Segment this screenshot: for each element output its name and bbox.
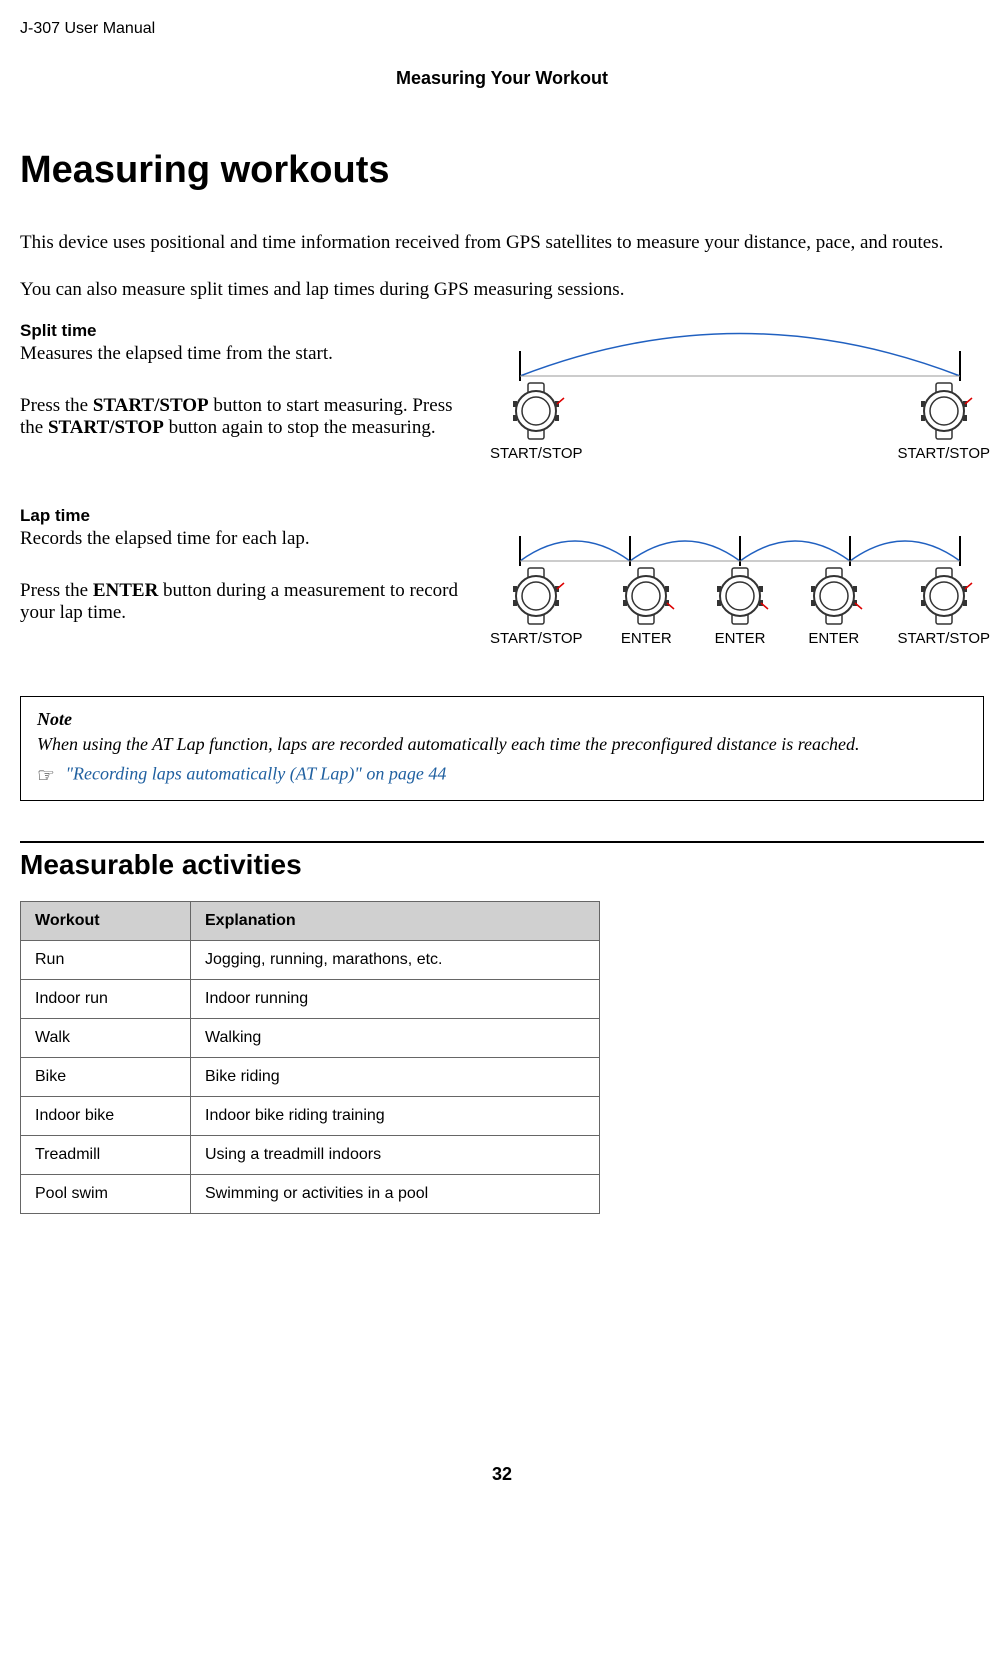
diagram-label: ENTER <box>715 630 766 647</box>
diagram-label: ENTER <box>808 630 859 647</box>
table-row: RunJogging, running, marathons, etc. <box>21 941 600 980</box>
explanation-cell: Indoor bike riding training <box>191 1097 600 1136</box>
watch-icon <box>710 566 770 626</box>
lap-time-heading: Lap time <box>20 506 470 526</box>
workout-cell: Walk <box>21 1019 191 1058</box>
table-row: TreadmillUsing a treadmill indoors <box>21 1136 600 1175</box>
section-header: Measuring Your Workout <box>20 68 984 89</box>
workout-cell: Indoor run <box>21 980 191 1019</box>
page-title: Measuring workouts <box>20 149 984 192</box>
workout-cell: Pool swim <box>21 1175 191 1214</box>
diagram-label: START/STOP <box>897 630 990 647</box>
activities-table: Workout Explanation RunJogging, running,… <box>20 901 600 1214</box>
diagram-label: START/STOP <box>490 445 583 462</box>
document-header: J-307 User Manual <box>20 20 984 38</box>
watch-icon <box>914 381 974 441</box>
table-row: BikeBike riding <box>21 1058 600 1097</box>
diagram-label: START/STOP <box>897 445 990 462</box>
table-header-workout: Workout <box>21 902 191 941</box>
diagram-label: ENTER <box>621 630 672 647</box>
workout-cell: Run <box>21 941 191 980</box>
note-text: When using the AT Lap function, laps are… <box>37 734 967 755</box>
note-label: Note <box>37 709 967 730</box>
watch-icon <box>506 566 566 626</box>
note-box: Note When using the AT Lap function, lap… <box>20 696 984 801</box>
measurable-activities-heading: Measurable activities <box>20 849 984 881</box>
page-number: 32 <box>20 1464 984 1485</box>
workout-cell: Indoor bike <box>21 1097 191 1136</box>
explanation-cell: Jogging, running, marathons, etc. <box>191 941 600 980</box>
watch-icon <box>914 566 974 626</box>
sub-intro-paragraph: You can also measure split times and lap… <box>20 279 984 301</box>
split-time-heading: Split time <box>20 321 470 341</box>
workout-cell: Bike <box>21 1058 191 1097</box>
lap-time-instruction: Press the ENTER button during a measurem… <box>20 580 470 624</box>
watch-icon <box>616 566 676 626</box>
split-time-description: Measures the elapsed time from the start… <box>20 343 470 365</box>
explanation-cell: Bike riding <box>191 1058 600 1097</box>
table-row: Indoor runIndoor running <box>21 980 600 1019</box>
explanation-cell: Swimming or activities in a pool <box>191 1175 600 1214</box>
intro-paragraph: This device uses positional and time inf… <box>20 232 984 254</box>
table-header-explanation: Explanation <box>191 902 600 941</box>
table-row: WalkWalking <box>21 1019 600 1058</box>
watch-icon <box>506 381 566 441</box>
explanation-cell: Indoor running <box>191 980 600 1019</box>
lap-time-diagram: START/STOP ENTER ENTER ENTER START/STOP <box>490 516 990 666</box>
lap-time-description: Records the elapsed time for each lap. <box>20 528 470 550</box>
watch-icon <box>804 566 864 626</box>
diagram-label: START/STOP <box>490 630 583 647</box>
workout-cell: Treadmill <box>21 1136 191 1175</box>
explanation-cell: Walking <box>191 1019 600 1058</box>
table-row: Pool swimSwimming or activities in a poo… <box>21 1175 600 1214</box>
note-cross-reference-link[interactable]: "Recording laps automatically (AT Lap)" … <box>65 764 446 784</box>
table-row: Indoor bikeIndoor bike riding training <box>21 1097 600 1136</box>
split-time-instruction: Press the START/STOP button to start mea… <box>20 395 470 439</box>
explanation-cell: Using a treadmill indoors <box>191 1136 600 1175</box>
split-time-diagram: START/STOP START/STOP <box>490 321 990 496</box>
pointer-icon: ☞ <box>37 763 55 788</box>
